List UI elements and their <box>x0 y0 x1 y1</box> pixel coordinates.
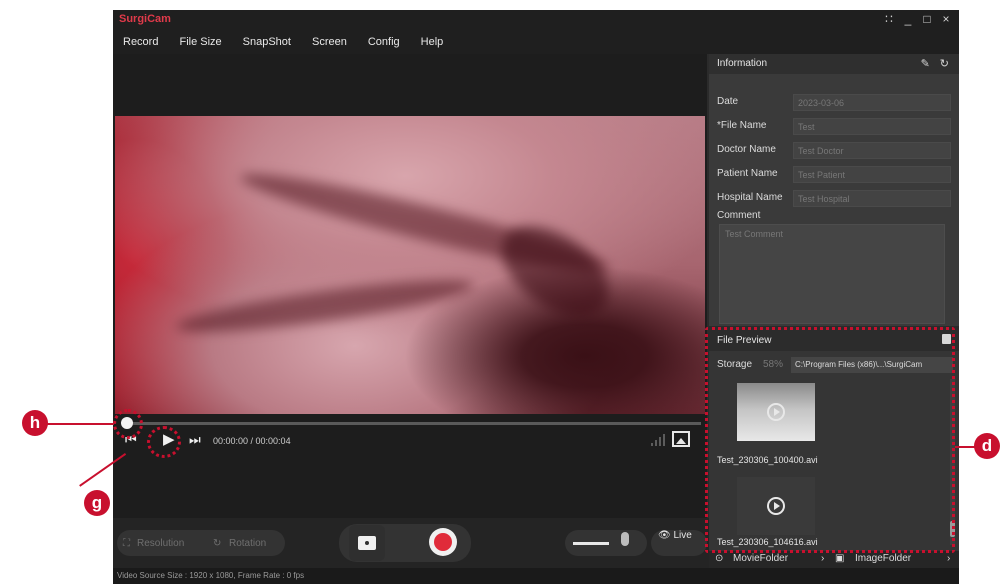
movie-folder-icon[interactable]: ⊙ <box>715 553 723 564</box>
field-label: *File Name <box>717 120 767 131</box>
signal-icon <box>651 434 665 446</box>
callout-h: h <box>22 410 48 436</box>
minimize-button[interactable]: _ <box>903 12 913 26</box>
volume-slider[interactable] <box>573 542 609 545</box>
field-label: Patient Name <box>717 168 778 179</box>
doctor-name-field[interactable]: Test Doctor <box>793 142 951 159</box>
information-panel: Information ✎ ↻ Date 2023-03-06 *File Na… <box>709 54 959 326</box>
comment-label: Comment <box>717 210 761 221</box>
resolution-button[interactable]: Resolution <box>137 538 184 549</box>
close-button[interactable]: × <box>941 12 951 26</box>
window-controls: ∷ _ □ × <box>884 12 951 26</box>
field-doctor-name: Doctor Name Test Doctor <box>717 142 951 159</box>
information-header: Information ✎ ↻ <box>709 54 959 74</box>
highlight-circle-g <box>147 426 181 458</box>
information-actions: ✎ ↻ <box>921 57 949 70</box>
status-text: Video Source Size : 1920 x 1080, Frame R… <box>117 571 305 580</box>
app-title: SurgiCam <box>119 13 171 25</box>
menu-snapshot[interactable]: SnapShot <box>243 36 291 48</box>
folder-bar: ⊙ MovieFolder › ▣ ImageFolder › <box>709 551 959 568</box>
field-hospital-name: Hospital Name Test Hospital <box>717 190 951 207</box>
grid-icon[interactable]: ∷ <box>884 12 894 26</box>
playback-controls: ⏮ ▶ ⏭ 00:00:00 / 00:00:04 <box>121 430 701 454</box>
tissue-fold <box>174 270 476 342</box>
callout-g: g <box>84 490 110 516</box>
edit-icon[interactable]: ✎ <box>921 57 930 70</box>
bottom-toolbar: ⛶ Resolution ↻ Rotation 👁 Live <box>113 518 709 568</box>
eye-icon: 👁 <box>658 530 674 541</box>
endoscope-video-frame <box>115 116 705 414</box>
highlight-box-d <box>705 327 955 553</box>
menu-record[interactable]: Record <box>123 36 158 48</box>
menu-config[interactable]: Config <box>368 36 400 48</box>
rotation-button[interactable]: Rotation <box>229 538 266 549</box>
skip-forward-icon[interactable]: ⏭ <box>189 432 201 448</box>
comment-textarea[interactable]: Test Comment <box>719 224 945 324</box>
image-folder-link[interactable]: ImageFolder <box>855 553 911 564</box>
field-date: Date 2023-03-06 <box>717 94 951 111</box>
date-field[interactable]: 2023-03-06 <box>793 94 951 111</box>
field-label: Doctor Name <box>717 144 776 155</box>
field-label: Hospital Name <box>717 192 783 203</box>
rotation-icon[interactable]: ↻ <box>213 538 221 549</box>
information-title: Information <box>717 58 768 69</box>
playback-time: 00:00:00 / 00:00:04 <box>213 436 291 446</box>
record-button[interactable] <box>429 528 457 556</box>
snapshot-button[interactable] <box>349 525 385 561</box>
patient-name-field[interactable]: Test Patient <box>793 166 951 183</box>
title-bar: SurgiCam ∷ _ □ × <box>113 10 959 30</box>
chevron-right-icon[interactable]: › <box>821 553 824 564</box>
hospital-name-field[interactable]: Test Hospital <box>793 190 951 207</box>
video-panel: ⏮ ▶ ⏭ 00:00:00 / 00:00:04 <box>113 54 707 520</box>
refresh-icon[interactable]: ↻ <box>940 57 949 70</box>
callout-line-h <box>44 423 114 425</box>
status-bar: Video Source Size : 1920 x 1080, Frame R… <box>113 568 959 584</box>
live-label: Live <box>673 530 692 541</box>
microphone-icon[interactable] <box>621 532 629 546</box>
menu-screen[interactable]: Screen <box>312 36 347 48</box>
chevron-right-icon[interactable]: › <box>947 553 950 564</box>
file-name-field[interactable]: Test <box>793 118 951 135</box>
screenshot-stage: SurgiCam ∷ _ □ × Record File Size SnapSh… <box>0 0 1002 584</box>
camera-folder-icon[interactable]: ▣ <box>835 553 844 564</box>
seek-bar[interactable] <box>123 422 701 425</box>
callout-line-d <box>955 446 975 448</box>
menu-help[interactable]: Help <box>421 36 444 48</box>
highlight-circle-h <box>113 409 143 439</box>
resolution-icon[interactable]: ⛶ <box>123 538 130 549</box>
live-button[interactable]: 👁 Live <box>658 530 692 541</box>
picture-in-picture-icon[interactable] <box>672 431 690 447</box>
maximize-button[interactable]: □ <box>922 12 932 26</box>
callout-d: d <box>974 433 1000 459</box>
movie-folder-link[interactable]: MovieFolder <box>733 553 788 564</box>
menu-file-size[interactable]: File Size <box>179 36 221 48</box>
field-patient-name: Patient Name Test Patient <box>717 166 951 183</box>
field-label: Date <box>717 96 739 107</box>
camera-lens <box>363 539 371 547</box>
menu-bar: Record File Size SnapShot Screen Config … <box>113 30 959 54</box>
field-file-name: *File Name Test <box>717 118 951 135</box>
